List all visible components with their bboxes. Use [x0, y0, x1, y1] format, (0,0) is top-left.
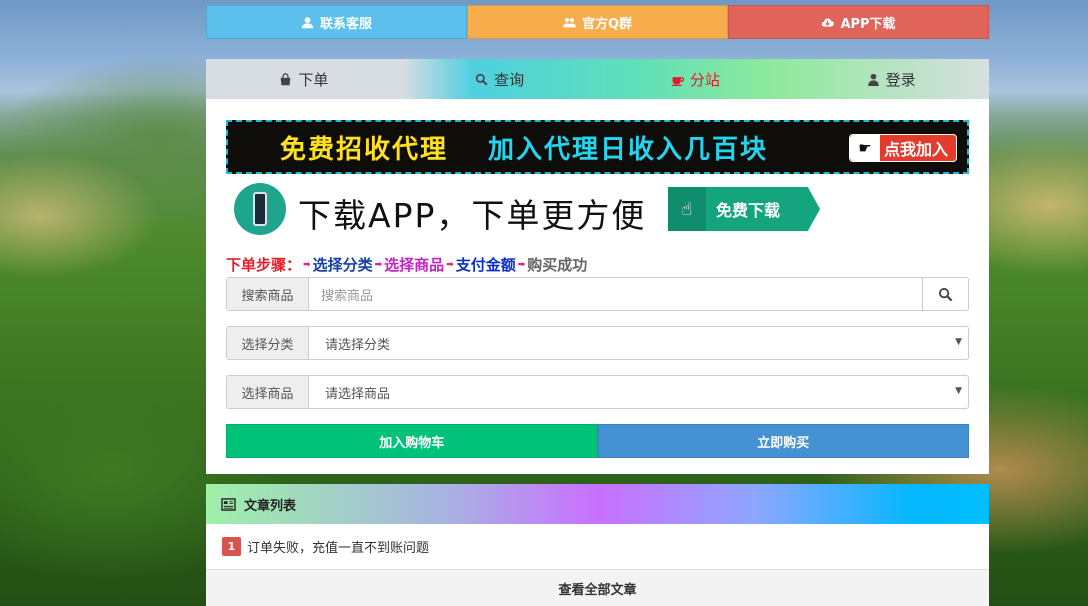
user-icon [301, 16, 314, 28]
search-product-input[interactable]: 搜索商品 [309, 278, 922, 310]
app-download-label: APP下载 [840, 16, 896, 32]
add-to-cart-button[interactable]: 加入购物车 [226, 424, 598, 458]
top-button-bar: 联系客服 官方Q群 APP下载 [206, 5, 989, 39]
users-icon [562, 17, 576, 27]
tab-query-label: 查询 [494, 70, 525, 89]
tab-order[interactable]: 下单 [206, 59, 402, 99]
tab-login[interactable]: 登录 [793, 59, 989, 99]
free-download-label: 免费下载 [716, 201, 781, 220]
category-selected-value: 请选择分类 [325, 337, 391, 353]
main-nav-tabs: 下单 查询 分站 登录 [206, 59, 989, 99]
step-arrow-icon: ➡ [303, 259, 311, 270]
cloud-download-icon [822, 17, 835, 27]
free-download-button[interactable]: ☝ 免费下载 [668, 187, 820, 231]
app-download-button[interactable]: APP下载 [728, 5, 989, 39]
tab-substation[interactable]: 分站 [598, 59, 794, 99]
caret-down-icon: ▼ [955, 386, 962, 396]
tab-query[interactable]: 查询 [402, 59, 598, 99]
agent-join-label: 点我加入 [884, 140, 949, 159]
agent-recruit-banner[interactable]: 免费招收代理 加入代理日收入几百块 ☛ 点我加入 [226, 120, 969, 174]
tab-order-label: 下单 [298, 70, 329, 89]
tab-login-label: 登录 [885, 70, 916, 89]
order-card: 免费招收代理 加入代理日收入几百块 ☛ 点我加入 下载APP，下单更方便 ☝ 免… [206, 99, 989, 474]
product-label: 选择商品 [227, 376, 309, 408]
product-row: 选择商品 请选择商品 ▼ [226, 375, 969, 409]
agent-banner-text-yellow: 免费招收代理 [280, 134, 449, 165]
step-arrow-icon: ➡ [517, 259, 526, 270]
search-icon [475, 73, 488, 85]
app-banner-text: 下载APP，下单更方便 [298, 196, 647, 235]
contact-support-button[interactable]: 联系客服 [206, 5, 467, 39]
agent-join-button[interactable]: ☛ 点我加入 [849, 134, 957, 162]
article-list-panel: 文章列表 1 订单失败，充值一直不到账问题 查看全部文章 [206, 484, 989, 606]
tapping-hand-icon: ☝ [668, 187, 706, 231]
step-arrow-icon: ➡ [374, 259, 383, 270]
qq-group-label: 官方Q群 [581, 16, 633, 32]
category-select[interactable]: 请选择分类 ▼ [309, 327, 968, 359]
article-list-header: 文章列表 [206, 484, 989, 524]
agent-banner-text-cyan: 加入代理日收入几百块 [488, 134, 769, 165]
article-list-title: 文章列表 [244, 498, 297, 514]
shopping-bag-icon [280, 72, 291, 85]
product-select[interactable]: 请选择商品 ▼ [309, 376, 968, 408]
buy-now-button[interactable]: 立即购买 [597, 424, 969, 458]
newspaper-icon [221, 497, 236, 511]
user-icon [867, 73, 879, 86]
coffee-cup-icon [671, 76, 684, 86]
pointing-hand-icon: ☛ [850, 135, 880, 161]
qq-group-button[interactable]: 官方Q群 [467, 5, 728, 39]
search-product-label: 搜索商品 [227, 278, 309, 310]
list-item[interactable]: 1 订单失败，充值一直不到账问题 [206, 524, 989, 570]
caret-down-icon: ▼ [955, 337, 962, 347]
tab-substation-label: 分站 [689, 70, 720, 89]
order-steps: 下单步骤： ➡ 选择分类 ➡ 选择商品 ➡ 支付金额 ➡ 购买成功 [226, 254, 587, 275]
search-product-row: 搜索商品 搜索商品 [226, 277, 969, 311]
article-index-badge: 1 [222, 537, 241, 556]
article-title: 订单失败，充值一直不到账问题 [247, 541, 430, 556]
step-3: 支付金额 [455, 256, 516, 274]
category-row: 选择分类 请选择分类 ▼ [226, 326, 969, 360]
steps-title: 下单步骤： [226, 256, 302, 274]
phone-icon [234, 183, 286, 235]
search-icon [938, 287, 953, 301]
category-label: 选择分类 [227, 327, 309, 359]
search-button[interactable] [922, 278, 968, 310]
view-all-articles-button[interactable]: 查看全部文章 [206, 570, 989, 606]
step-1: 选择分类 [312, 256, 373, 274]
step-4: 购买成功 [527, 256, 588, 274]
step-2: 选择商品 [384, 256, 445, 274]
contact-support-label: 联系客服 [319, 16, 372, 32]
product-selected-value: 请选择商品 [325, 386, 391, 402]
step-arrow-icon: ➡ [446, 259, 454, 270]
order-actions: 加入购物车 立即购买 [226, 424, 969, 458]
